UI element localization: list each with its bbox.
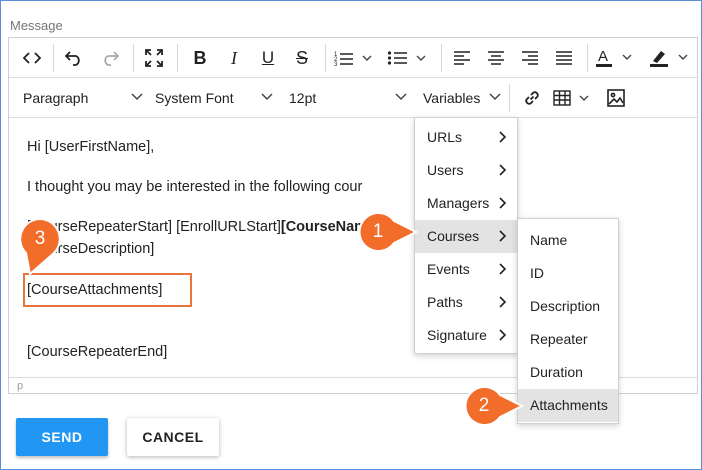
variables-menu-item-courses[interactable]: Courses xyxy=(415,220,517,253)
svg-text:3: 3 xyxy=(334,62,338,66)
toolbar-separator xyxy=(587,44,588,72)
menu-item-label: Events xyxy=(427,261,470,277)
toolbar-separator xyxy=(325,44,326,72)
callout-1: 1 xyxy=(358,212,418,252)
variables-select[interactable]: Variables xyxy=(423,83,501,113)
callout-3-number: 3 xyxy=(34,228,46,249)
repeater-token: [CourseRepeaterStart] [EnrollURLStart] xyxy=(27,219,281,235)
bullet-list-icon[interactable] xyxy=(387,43,429,73)
redo-icon[interactable] xyxy=(95,43,125,73)
toolbar-separator xyxy=(509,84,510,112)
align-center-icon[interactable] xyxy=(481,43,511,73)
font-color-icon[interactable]: A xyxy=(595,43,639,73)
chevron-down-icon xyxy=(131,93,143,101)
chevron-right-icon xyxy=(499,263,507,275)
courses-submenu-item-attachments[interactable]: Attachments xyxy=(518,389,618,422)
toolbar-separator xyxy=(53,44,54,72)
menu-item-label: Users xyxy=(427,162,464,178)
callout-2: 2 xyxy=(464,386,524,426)
courses-submenu-item-id[interactable]: ID xyxy=(518,257,618,290)
toolbar-separator xyxy=(441,44,442,72)
font-family-select[interactable]: System Font xyxy=(155,83,273,113)
variables-select-label: Variables xyxy=(423,90,481,106)
table-icon[interactable] xyxy=(553,83,595,113)
content-line-attachments: [CourseAttachments] xyxy=(27,282,163,298)
font-family-select-label: System Font xyxy=(155,90,234,106)
chevron-right-icon xyxy=(499,329,507,341)
variables-menu-item-users[interactable]: Users xyxy=(415,154,517,187)
toolbar-row-2: Paragraph System Font 12pt Variables xyxy=(9,78,697,118)
variables-menu-item-managers[interactable]: Managers xyxy=(415,187,517,220)
chevron-right-icon xyxy=(499,197,507,209)
callout-3: 3 xyxy=(20,219,64,275)
chevron-down-icon xyxy=(489,93,501,101)
image-icon[interactable] xyxy=(601,83,631,113)
chevron-right-icon xyxy=(499,131,507,143)
font-size-select[interactable]: 12pt xyxy=(289,83,407,113)
chevron-right-icon xyxy=(499,230,507,242)
send-button[interactable]: SEND xyxy=(16,418,108,456)
bold-icon[interactable]: B xyxy=(185,43,215,73)
font-size-select-label: 12pt xyxy=(289,90,317,106)
format-select-label: Paragraph xyxy=(23,90,89,106)
toolbar-separator xyxy=(177,44,178,72)
chevron-right-icon xyxy=(499,296,507,308)
variables-menu-item-urls[interactable]: URLs xyxy=(415,121,517,154)
courses-submenu: Name ID Description Repeater Duration At… xyxy=(517,218,619,424)
menu-item-label: Managers xyxy=(427,195,490,211)
callout-2-number: 2 xyxy=(478,395,490,416)
variables-menu-item-paths[interactable]: Paths xyxy=(415,286,517,319)
menu-item-label: URLs xyxy=(427,129,463,145)
courses-submenu-item-description[interactable]: Description xyxy=(518,290,618,323)
justify-icon[interactable] xyxy=(549,43,579,73)
menu-item-label: Paths xyxy=(427,294,463,310)
variables-menu: URLs Users Managers Courses Events Paths… xyxy=(414,117,518,354)
chevron-down-icon xyxy=(261,93,273,101)
italic-icon[interactable]: I xyxy=(219,43,249,73)
toolbar-separator xyxy=(133,44,134,72)
align-left-icon[interactable] xyxy=(447,43,477,73)
message-label: Message xyxy=(10,18,63,33)
toolbar-row-1: B I U S 123 A xyxy=(9,38,697,78)
courses-submenu-item-duration[interactable]: Duration xyxy=(518,356,618,389)
content-line: [CourseRepeaterStart] [EnrollURLStart][C… xyxy=(27,219,380,235)
format-select[interactable]: Paragraph xyxy=(23,83,143,113)
highlight-color-icon[interactable] xyxy=(649,43,695,73)
menu-item-label: Signature xyxy=(427,327,487,343)
courses-submenu-item-name[interactable]: Name xyxy=(518,224,618,257)
callout-1-number: 1 xyxy=(372,221,384,242)
source-code-icon[interactable] xyxy=(17,43,47,73)
svg-text:A: A xyxy=(598,48,608,65)
underline-icon[interactable]: U xyxy=(253,43,283,73)
undo-icon[interactable] xyxy=(59,43,89,73)
content-line: Hi [UserFirstName], xyxy=(27,139,155,155)
align-right-icon[interactable] xyxy=(515,43,545,73)
content-line: I thought you may be interested in the f… xyxy=(27,179,363,195)
fullscreen-icon[interactable] xyxy=(139,43,169,73)
cancel-button[interactable]: CANCEL xyxy=(127,418,219,456)
courses-submenu-item-repeater[interactable]: Repeater xyxy=(518,323,618,356)
strikethrough-icon[interactable]: S xyxy=(287,43,317,73)
content-line: [CourseRepeaterEnd] xyxy=(27,344,168,360)
chevron-down-icon xyxy=(395,93,407,101)
link-icon[interactable] xyxy=(517,83,547,113)
chevron-right-icon xyxy=(499,164,507,176)
numbered-list-icon[interactable]: 123 xyxy=(333,43,375,73)
menu-item-label: Courses xyxy=(427,228,480,244)
variables-menu-item-events[interactable]: Events xyxy=(415,253,517,286)
variables-menu-item-signature[interactable]: Signature xyxy=(415,319,517,352)
